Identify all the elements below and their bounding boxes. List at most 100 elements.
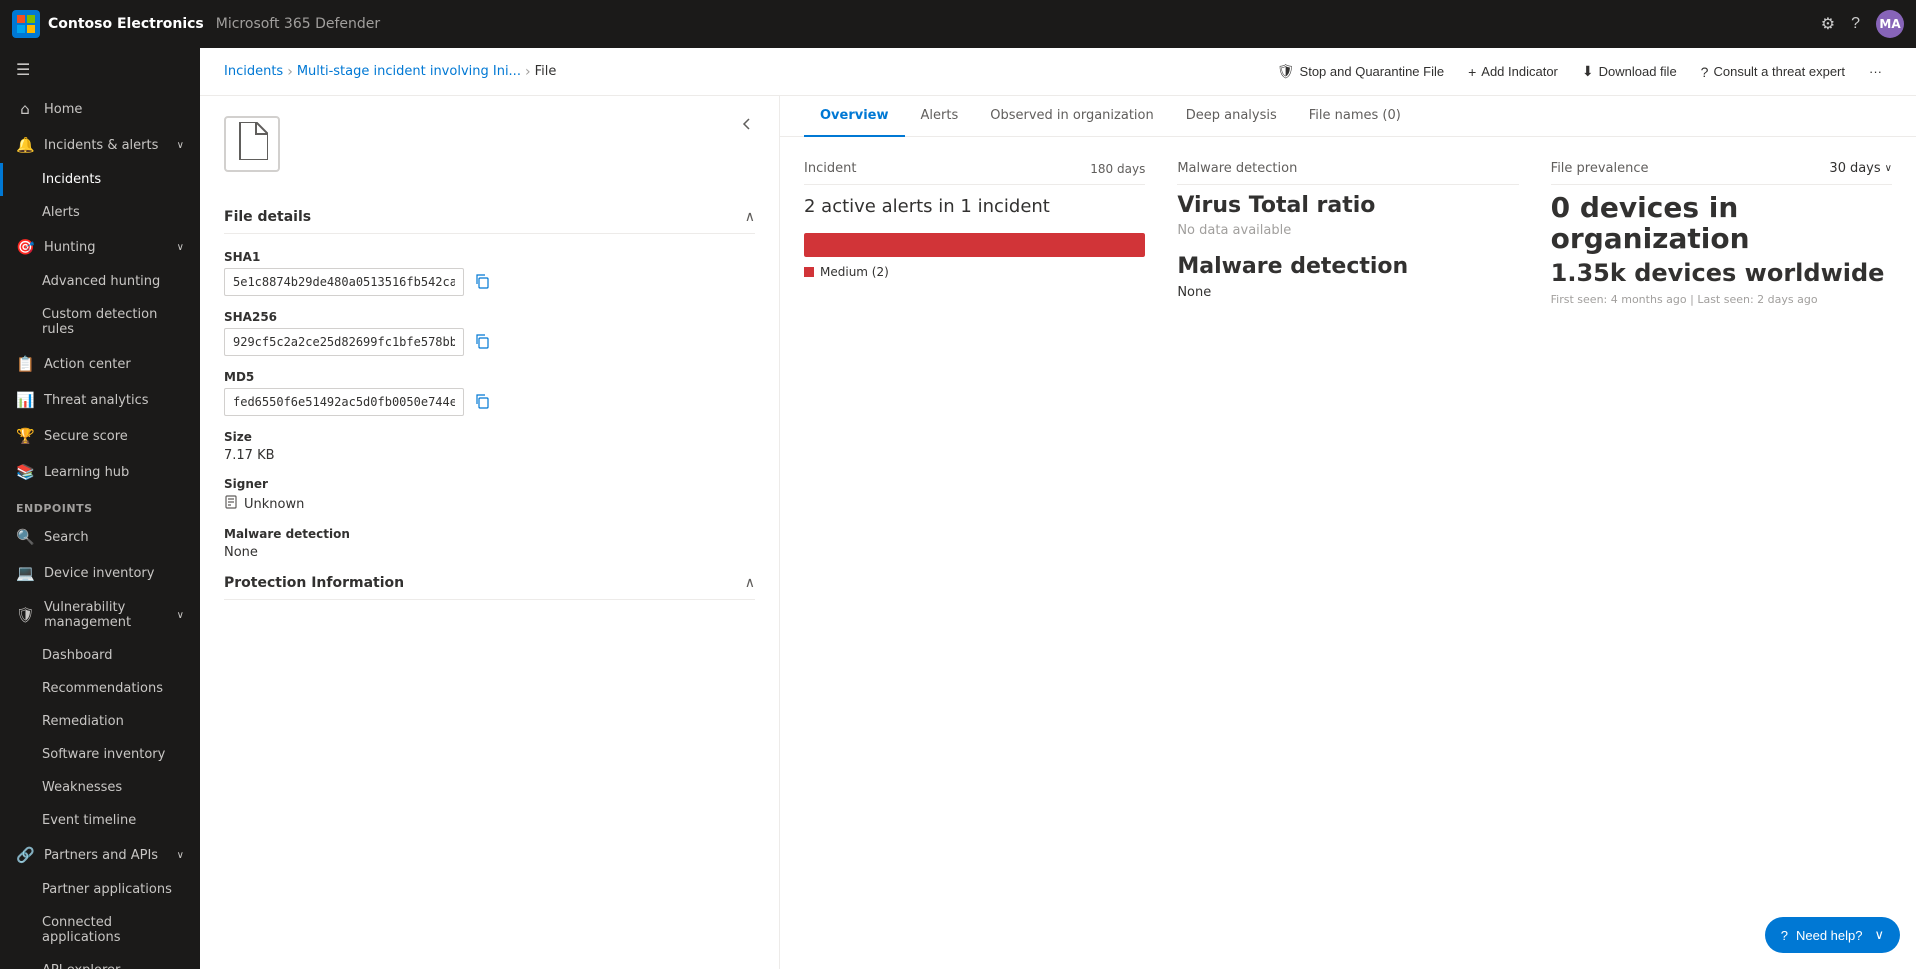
main-layout: ☰ ⌂ Home 🔔 Incidents & alerts ∨ Incident… [0, 48, 1916, 969]
hunting-icon: 🎯 [16, 238, 34, 256]
right-panel: Overview Alerts Observed in organization… [780, 96, 1916, 969]
sidebar-item-label: Threat analytics [44, 393, 149, 408]
sidebar-item-event-timeline[interactable]: Event timeline [0, 804, 200, 837]
help-fab-button[interactable]: ? Need help? ∨ [1765, 917, 1900, 953]
sidebar-item-label: Partner applications [42, 882, 172, 897]
size-value: 7.17 KB [224, 448, 755, 463]
add-indicator-button[interactable]: + Add Indicator [1458, 58, 1568, 86]
learning-hub-icon: 📚 [16, 463, 34, 481]
chevron-down-icon: ∨ [177, 610, 184, 621]
user-avatar[interactable]: MA [1876, 10, 1904, 38]
sidebar-item-secure-score[interactable]: 🏆 Secure score [0, 418, 200, 454]
protection-info-collapse-btn[interactable]: ∧ [745, 574, 755, 591]
sidebar-hamburger[interactable]: ☰ [0, 48, 200, 91]
sidebar-item-software-inventory[interactable]: Software inventory [0, 738, 200, 771]
file-details-title: File details [224, 209, 311, 225]
sidebar-item-api-explorer[interactable]: API explorer [0, 954, 200, 969]
sidebar-item-label: Connected applications [42, 915, 184, 945]
days-selector[interactable]: 30 days ∨ [1829, 161, 1892, 176]
sidebar-item-threat-analytics[interactable]: 📊 Threat analytics [0, 382, 200, 418]
shield-stop-icon: 🛡 [1277, 63, 1295, 80]
more-actions-button[interactable]: ··· [1859, 58, 1892, 85]
sidebar-item-action-center[interactable]: 📋 Action center [0, 346, 200, 382]
sidebar-item-label: Incidents [42, 172, 101, 187]
no-data-label: No data available [1177, 223, 1518, 238]
prevalence-title: File prevalence [1551, 161, 1649, 176]
endpoints-section-label: Endpoints [0, 490, 200, 519]
sha256-copy-button[interactable] [470, 331, 494, 354]
breadcrumb-incident-name[interactable]: Multi-stage incident involving Ini... [297, 64, 521, 79]
sidebar-item-recommendations[interactable]: Recommendations [0, 672, 200, 705]
settings-button[interactable]: ⚙ [1821, 14, 1835, 34]
download-file-label: Download file [1599, 64, 1677, 79]
sha256-input[interactable] [224, 328, 464, 356]
sidebar-item-label: Incidents & alerts [44, 138, 158, 153]
sidebar-item-incidents[interactable]: Incidents [0, 163, 200, 196]
help-button[interactable]: ? [1851, 15, 1860, 33]
alerts-count: 2 active alerts [804, 196, 933, 217]
legend-medium-dot [804, 267, 814, 277]
stop-quarantine-button[interactable]: 🛡 Stop and Quarantine File [1267, 57, 1454, 86]
help-fab-label: Need help? [1796, 928, 1863, 943]
signer-value: Unknown [244, 497, 304, 512]
sidebar-item-alerts[interactable]: Alerts [0, 196, 200, 229]
days-count: 30 [1829, 161, 1846, 176]
sidebar-item-search[interactable]: 🔍 Search [0, 519, 200, 555]
md5-input[interactable] [224, 388, 464, 416]
sha1-input[interactable] [224, 268, 464, 296]
sidebar-item-device-inventory[interactable]: 💻 Device inventory [0, 555, 200, 591]
alerts-bar-track [804, 233, 1145, 257]
sidebar-item-label: Advanced hunting [42, 274, 160, 289]
file-details-collapse-btn[interactable]: ∧ [745, 208, 755, 225]
sidebar-item-advanced-hunting[interactable]: Advanced hunting [0, 265, 200, 298]
download-icon: ⬇ [1582, 63, 1594, 80]
sidebar-item-partners-apis[interactable]: 🔗 Partners and APIs ∨ [0, 837, 200, 873]
md5-label: MD5 [224, 370, 755, 384]
plus-icon: + [1468, 64, 1476, 80]
sidebar-item-dashboard[interactable]: Dashboard [0, 639, 200, 672]
tab-observed-in-organization[interactable]: Observed in organization [974, 96, 1170, 137]
left-panel: File details ∧ SHA1 [200, 96, 780, 969]
sha1-label: SHA1 [224, 250, 755, 264]
protection-info-header: Protection Information ∧ [224, 574, 755, 600]
sidebar-item-connected-applications[interactable]: Connected applications [0, 906, 200, 954]
sidebar-item-label: Custom detection rules [42, 307, 184, 337]
download-file-button[interactable]: ⬇ Download file [1572, 57, 1687, 86]
sidebar-item-hunting[interactable]: 🎯 Hunting ∨ [0, 229, 200, 265]
file-details-section: File details ∧ SHA1 [224, 208, 755, 560]
sidebar-item-home[interactable]: ⌂ Home [0, 91, 200, 127]
tab-deep-analysis[interactable]: Deep analysis [1170, 96, 1293, 137]
sidebar-item-vulnerability-management[interactable]: 🛡 Vulnerability management ∨ [0, 591, 200, 639]
sidebar-item-weaknesses[interactable]: Weaknesses [0, 771, 200, 804]
sidebar-item-partner-applications[interactable]: Partner applications [0, 873, 200, 906]
file-document-icon [236, 122, 268, 167]
breadcrumb-incidents[interactable]: Incidents [224, 64, 283, 79]
first-last-seen: First seen: 4 months ago | Last seen: 2 … [1551, 293, 1892, 306]
consult-expert-button[interactable]: ? Consult a threat expert [1691, 58, 1855, 86]
sidebar-item-incidents-alerts[interactable]: 🔔 Incidents & alerts ∨ [0, 127, 200, 163]
md5-copy-button[interactable] [470, 391, 494, 414]
partners-icon: 🔗 [16, 846, 34, 864]
sidebar-item-label: Home [44, 102, 82, 117]
tab-file-names[interactable]: File names (0) [1293, 96, 1417, 137]
search-icon: 🔍 [16, 528, 34, 546]
size-label: Size [224, 430, 755, 444]
sidebar-item-custom-detection[interactable]: Custom detection rules [0, 298, 200, 346]
sidebar-item-remediation[interactable]: Remediation [0, 705, 200, 738]
malware-card: Malware detection Virus Total ratio No d… [1177, 161, 1518, 945]
sidebar-item-label: Recommendations [42, 681, 163, 696]
protection-info-title: Protection Information [224, 575, 404, 591]
sidebar-item-label: Device inventory [44, 566, 154, 581]
topbar-logo: Contoso Electronics [12, 10, 204, 38]
home-icon: ⌂ [16, 100, 34, 118]
malware-none-label: None [1177, 285, 1518, 300]
sha1-copy-button[interactable] [470, 271, 494, 294]
sidebar-item-learning-hub[interactable]: 📚 Learning hub [0, 454, 200, 490]
org-devices-count: 0 devices in organization [1551, 193, 1892, 255]
collapse-panel-button[interactable] [739, 116, 755, 135]
legend-medium-label: Medium (2) [820, 265, 889, 279]
tab-alerts[interactable]: Alerts [905, 96, 975, 137]
tab-overview[interactable]: Overview [804, 96, 905, 137]
sidebar-item-label: Event timeline [42, 813, 136, 828]
virus-total-heading: Virus Total ratio [1177, 193, 1518, 219]
